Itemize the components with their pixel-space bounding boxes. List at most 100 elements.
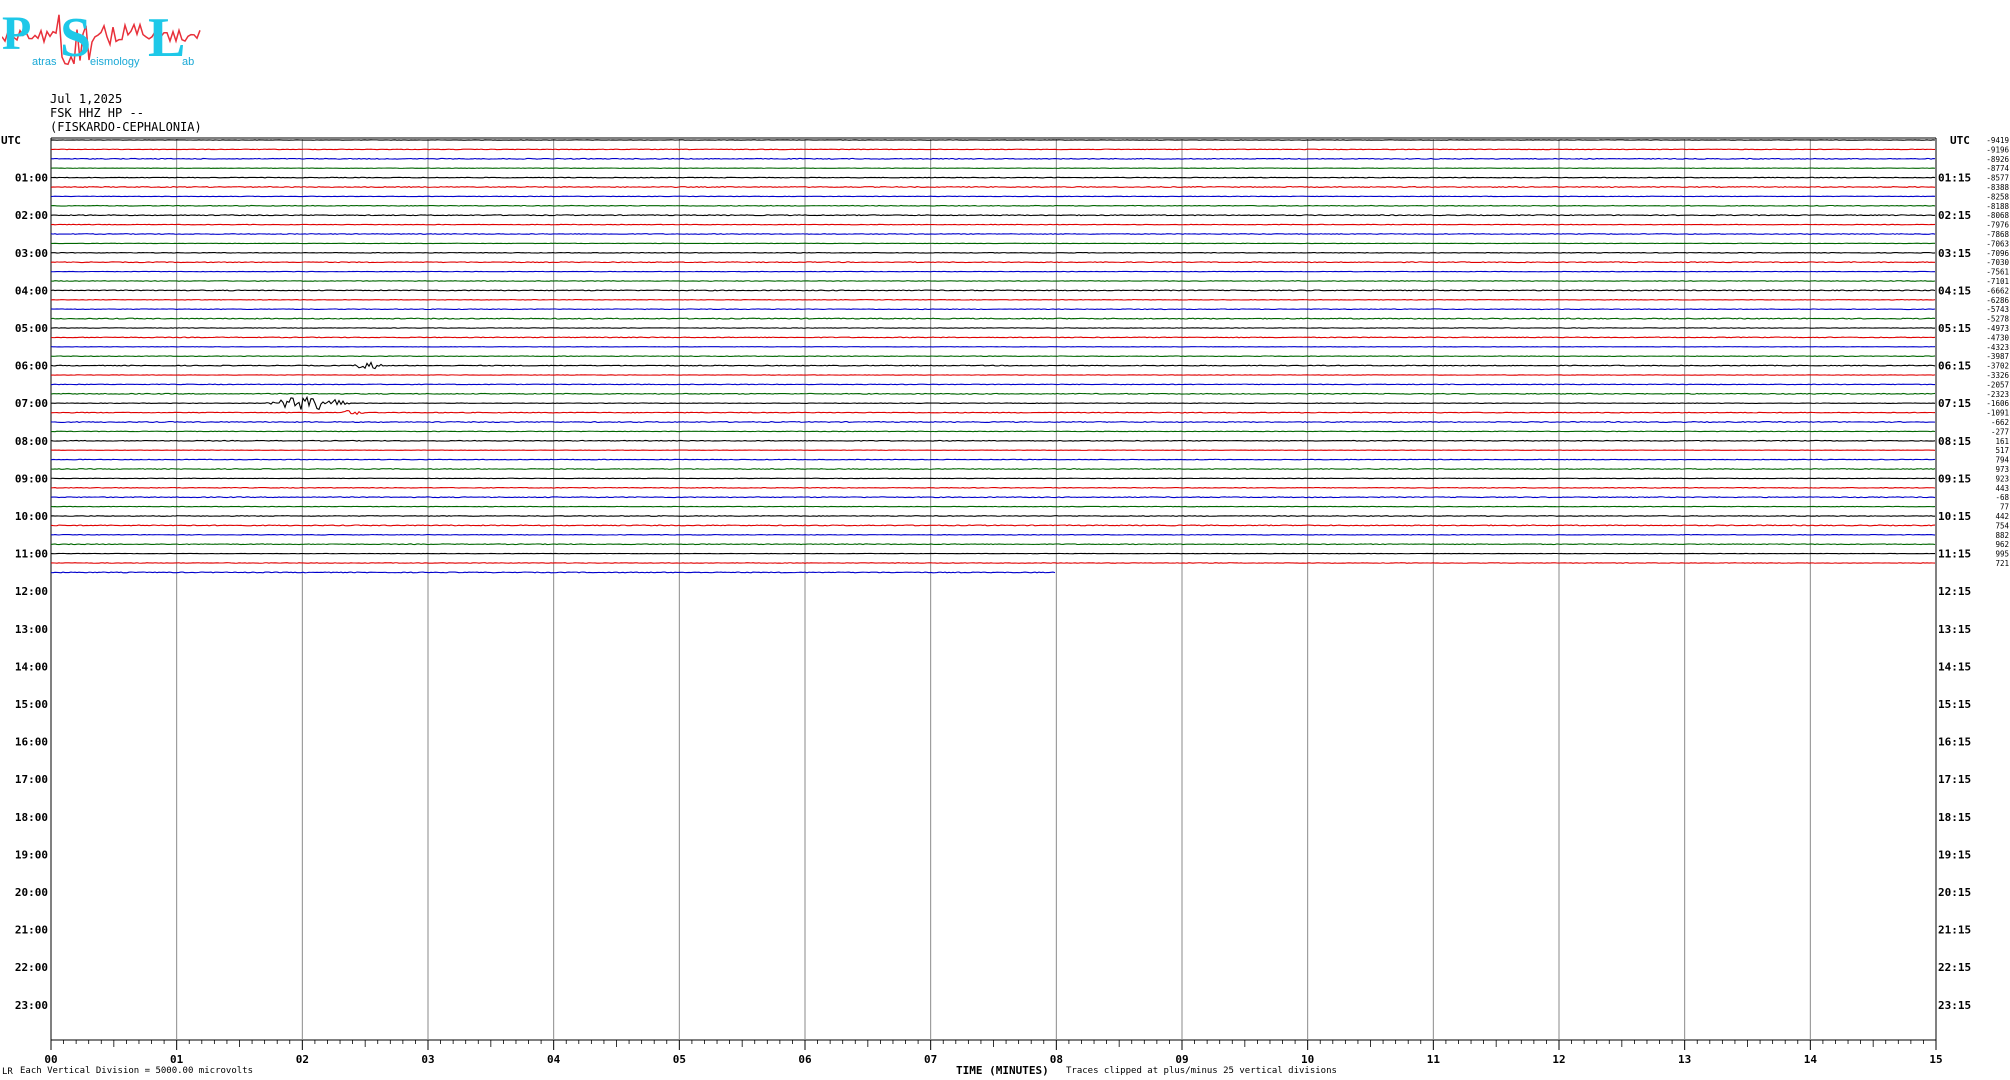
hour-label-right: 15:15 [1938,698,1971,711]
trace-offset-label: 161 [1995,437,2009,446]
seismic-trace [50,327,1936,329]
seismic-trace [50,204,1936,207]
x-tick-label: 14 [1804,1053,1818,1066]
hour-label-right: 23:15 [1938,999,1971,1012]
hour-label-left: 07:00 [15,397,48,410]
trace-offset-label: -5743 [1986,305,2009,314]
seismic-trace [50,308,1936,311]
trace-offset-label: 442 [1995,512,2009,521]
hour-label-right: 10:15 [1938,510,1971,523]
seismic-trace [50,223,1936,226]
trace-offset-label: -5278 [1986,315,2009,324]
trace-offset-label: 995 [1995,550,2009,559]
seismic-trace [50,420,1936,424]
hour-label-right: 11:15 [1938,548,1971,561]
hour-label-left: 12:00 [15,585,48,598]
seismic-trace [50,261,1936,264]
hour-label-right: 19:15 [1938,848,1971,861]
trace-offset-label: -3702 [1986,362,2009,371]
seismic-trace [50,543,1936,546]
utc-label-right: UTC [1950,134,1970,147]
trace-offset-label: -8068 [1986,211,2009,220]
x-tick-label: 02 [296,1053,309,1066]
seismic-trace [50,176,1936,179]
trace-offset-label: 973 [1995,465,2009,474]
hour-label-right: 01:15 [1938,172,1971,185]
trace-offset-label: 517 [1995,446,2009,455]
x-tick-label: 01 [170,1053,184,1066]
trace-offset-label: 882 [1995,531,2009,540]
hour-label-right: 14:15 [1938,660,1971,673]
trace-offset-label: -8926 [1986,155,2009,164]
hour-label-left: 13:00 [15,623,48,636]
trace-offset-label: 962 [1995,540,2009,549]
seismic-trace [50,409,1936,416]
seismic-trace [50,157,1936,160]
hour-label-right: 12:15 [1938,585,1971,598]
hour-label-right: 07:15 [1938,397,1971,410]
hour-label-right: 18:15 [1938,811,1971,824]
helicorder-plot: 00 01 02 03 04 05 06 07 08 09 10 11 12 13 14 15 UTC UTC 01… [1,134,2009,1066]
seismic-trace [50,383,1936,386]
seismic-trace [50,458,1936,461]
hour-label-left: 18:00 [15,811,48,824]
seismic-trace [50,392,1936,395]
hour-label-right: 04:15 [1938,284,1971,297]
seismic-trace [50,336,1936,339]
trace-offset-label: -6662 [1986,286,2009,295]
seismic-trace [50,214,1936,217]
trace-offset-label: -7976 [1986,221,2009,230]
seismic-trace [50,289,1936,292]
seismic-trace [50,355,1936,358]
x-tick-label: 12 [1552,1053,1565,1066]
seismic-trace [50,361,1936,370]
trace-offset-label: -7030 [1986,258,2009,267]
hour-label-right: 06:15 [1938,360,1971,373]
seismic-trace [50,439,1936,442]
hour-label-right: 16:15 [1938,736,1971,749]
hour-label-right: 21:15 [1938,924,1971,937]
seismic-trace [50,515,1936,517]
trace-offset-label: -277 [1991,427,2009,436]
hour-label-left: 09:00 [15,472,48,485]
x-tick-label: 09 [1175,1053,1188,1066]
x-tick-label: 08 [1050,1053,1063,1066]
hour-label-right: 05:15 [1938,322,1971,335]
scale-note: Each Vertical Division = 5000.00 microvo… [20,1066,253,1076]
trace-offset-label: -8577 [1986,174,2009,183]
seismic-trace [50,280,1936,282]
hour-label-left: 06:00 [15,360,48,373]
seismic-trace [50,571,1056,574]
x-tick-label: 03 [421,1053,434,1066]
trace-offset-label: -8388 [1986,183,2009,192]
hour-label-right: 08:15 [1938,435,1971,448]
x-tick-label: 00 [44,1053,57,1066]
seismic-trace [50,395,1936,411]
trace-offset-label: 923 [1995,474,2009,483]
trace-offset-label: -2057 [1986,380,2009,389]
hour-label-left: 22:00 [15,961,48,974]
x-tick-label: 05 [673,1053,686,1066]
trace-offset-label: -4730 [1986,333,2009,342]
x-axis-title: TIME (MINUTES) [956,1064,1049,1077]
trace-offset-label: -7096 [1986,249,2009,258]
trace-offset-label: -1606 [1986,399,2009,408]
trace-offset-label: 721 [1995,559,2009,568]
hour-label-left: 21:00 [15,924,48,937]
corner-mark: LR [2,1067,13,1077]
hour-label-right: 22:15 [1938,961,1971,974]
seismic-trace [50,430,1936,433]
hour-label-left: 15:00 [15,698,48,711]
trace-offset-label: -3326 [1986,371,2009,380]
trace-offset-label: 77 [2000,503,2009,512]
trace-offset-label: -68 [1995,493,2009,502]
trace-offset-label: -7101 [1986,277,2009,286]
seismic-trace [50,251,1936,254]
trace-offset-label: -4323 [1986,343,2009,352]
hour-label-left: 10:00 [15,510,48,523]
trace-offset-label: -7063 [1986,239,2009,248]
seismic-trace [50,233,1936,235]
hour-label-left: 19:00 [15,848,48,861]
trace-offset-label: -9419 [1986,136,2009,145]
hour-label-left: 11:00 [15,548,48,561]
